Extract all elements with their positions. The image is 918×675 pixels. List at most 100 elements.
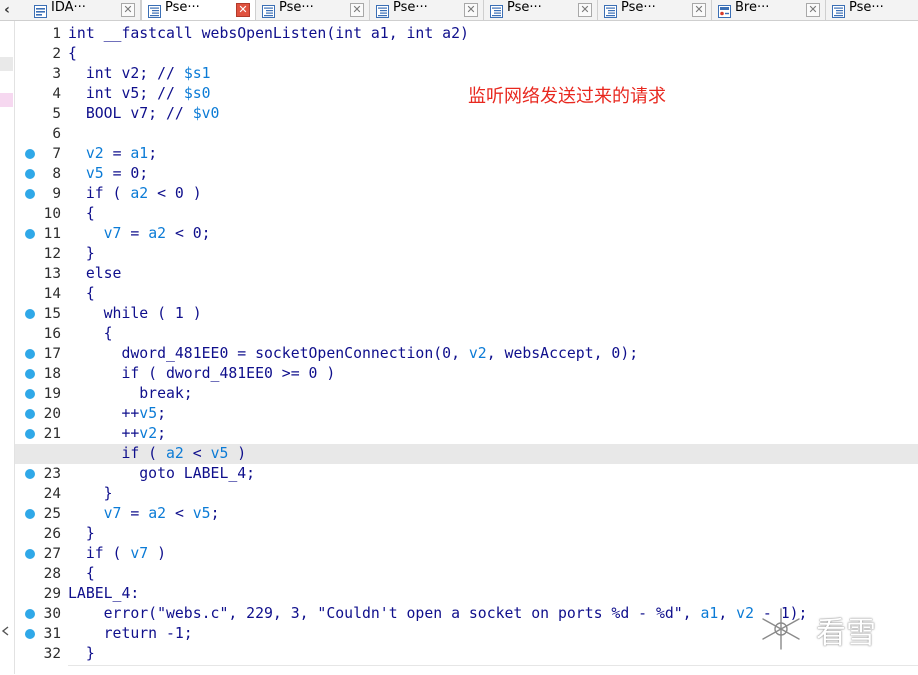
code-line[interactable]: goto LABEL_4; — [68, 464, 918, 484]
code-line[interactable]: if ( dword_481EE0 >= 0 ) — [68, 364, 918, 384]
code-line[interactable]: ++v2; — [68, 424, 918, 444]
gutter-row[interactable]: 31 — [15, 624, 65, 644]
pseudocode-view[interactable]: int __fastcall websOpenListen(int a1, in… — [15, 21, 918, 674]
gutter-row[interactable]: 9 — [15, 184, 65, 204]
close-icon[interactable]: ✕ — [692, 3, 706, 17]
variable-token[interactable]: v2 — [736, 605, 754, 622]
code-line[interactable]: LABEL_4: — [68, 584, 918, 604]
variable-token[interactable]: a1 — [130, 145, 148, 162]
tab-7[interactable]: Bre··· ✕ — [712, 0, 826, 20]
code-line[interactable]: if ( a2 < v5 ) — [15, 444, 918, 464]
code-line[interactable]: v5 = 0; — [68, 164, 918, 184]
code-line[interactable]: v7 = a2 < 0; — [68, 224, 918, 244]
code-line[interactable]: v7 = a2 < v5; — [68, 504, 918, 524]
code-line[interactable]: { — [68, 324, 918, 344]
breakpoint-dot-icon[interactable] — [25, 469, 35, 479]
gutter-row[interactable]: 32 — [15, 644, 65, 664]
breakpoint-dot-icon[interactable] — [25, 629, 35, 639]
variable-token[interactable]: v5 — [193, 505, 211, 522]
close-icon[interactable]: ✕ — [464, 3, 478, 17]
code-line[interactable] — [68, 124, 918, 144]
variable-token[interactable]: v7 — [104, 225, 122, 242]
variable-token[interactable]: a1 — [701, 605, 719, 622]
code-line[interactable]: } — [68, 484, 918, 504]
gutter-row[interactable]: 27 — [15, 544, 65, 564]
gutter-row[interactable]: 13 — [15, 264, 65, 284]
close-icon[interactable]: ✕ — [121, 3, 135, 17]
breakpoint-dot-icon[interactable] — [25, 369, 35, 379]
code-line[interactable]: if ( a2 < 0 ) — [68, 184, 918, 204]
code-line[interactable]: } — [68, 524, 918, 544]
code-line[interactable]: { — [68, 284, 918, 304]
gutter-row[interactable]: 4 — [15, 84, 65, 104]
chevron-left-icon[interactable] — [1, 621, 11, 636]
code-line[interactable]: { — [68, 44, 918, 64]
variable-token[interactable]: v5 — [211, 445, 229, 462]
close-icon[interactable]: ✕ — [806, 3, 820, 17]
breakpoint-dot-icon[interactable] — [25, 609, 35, 619]
tab-scroll-left-icon[interactable]: ‹ — [0, 0, 14, 20]
variable-token[interactable]: a2 — [130, 185, 148, 202]
gutter-row[interactable]: 5 — [15, 104, 65, 124]
gutter-row[interactable]: 20 — [15, 404, 65, 424]
code-line[interactable]: } — [68, 244, 918, 264]
tab-1[interactable]: IDA··· ✕ — [28, 0, 141, 20]
breakpoint-dot-icon[interactable] — [25, 549, 35, 559]
breakpoint-dot-icon[interactable] — [25, 349, 35, 359]
code-line[interactable]: dword_481EE0 = socketOpenConnection(0, v… — [68, 344, 918, 364]
code-line[interactable]: ++v5; — [68, 404, 918, 424]
code-line[interactable]: while ( 1 ) — [68, 304, 918, 324]
gutter-row[interactable]: 8 — [15, 164, 65, 184]
gutter-row[interactable]: 29 — [15, 584, 65, 604]
gutter-row[interactable]: 28 — [15, 564, 65, 584]
gutter-row[interactable]: 17 — [15, 344, 65, 364]
tab-8[interactable]: Pse···✕ — [826, 0, 918, 20]
variable-token[interactable]: a2 — [148, 505, 166, 522]
variable-token[interactable]: v2 — [469, 345, 487, 362]
code-line[interactable]: v2 = a1; — [68, 144, 918, 164]
tab-5[interactable]: Pse··· ✕ — [484, 0, 598, 20]
gutter-row[interactable]: 14 — [15, 284, 65, 304]
code-line[interactable]: break; — [68, 384, 918, 404]
gutter-row[interactable]: 18 — [15, 364, 65, 384]
gutter-row[interactable]: 24 — [15, 484, 65, 504]
gutter-row[interactable]: 15 — [15, 304, 65, 324]
variable-token[interactable]: v7 — [130, 545, 148, 562]
gutter-row[interactable]: 3 — [15, 64, 65, 84]
gutter-row[interactable]: 21 — [15, 424, 65, 444]
gutter-row[interactable]: 30 — [15, 604, 65, 624]
gutter-row[interactable]: 10 — [15, 204, 65, 224]
close-icon[interactable]: ✕ — [578, 3, 592, 17]
gutter-row[interactable]: 25 — [15, 504, 65, 524]
breakpoint-dot-icon[interactable] — [25, 309, 35, 319]
gutter-row[interactable]: 23 — [15, 464, 65, 484]
gutter-row[interactable]: 19 — [15, 384, 65, 404]
gutter-row[interactable]: 12 — [15, 244, 65, 264]
close-icon[interactable]: ✕ — [236, 3, 250, 17]
breakpoint-dot-icon[interactable] — [25, 169, 35, 179]
code-line[interactable]: { — [68, 204, 918, 224]
gutter-row[interactable]: 26 — [15, 524, 65, 544]
tab-3[interactable]: Pse··· ✕ — [256, 0, 370, 20]
code-line[interactable]: int __fastcall websOpenListen(int a1, in… — [68, 24, 918, 44]
code-line[interactable]: int v2; // $s1 — [68, 64, 918, 84]
gutter-row[interactable]: 16 — [15, 324, 65, 344]
code-line[interactable]: if ( v7 ) — [68, 544, 918, 564]
tab-4[interactable]: Pse··· ✕ — [370, 0, 484, 20]
breakpoint-dot-icon[interactable] — [25, 229, 35, 239]
variable-token[interactable]: v2 — [139, 425, 157, 442]
variable-token[interactable]: v2 — [86, 145, 104, 162]
breakpoint-dot-icon[interactable] — [25, 409, 35, 419]
tab-2[interactable]: Pse··· ✕ — [141, 0, 256, 20]
breakpoint-dot-icon[interactable] — [25, 429, 35, 439]
breakpoint-dot-icon[interactable] — [25, 189, 35, 199]
gutter-row[interactable]: 1 — [15, 24, 65, 44]
breakpoint-dot-icon[interactable] — [25, 509, 35, 519]
tab-6[interactable]: Pse··· ✕ — [598, 0, 712, 20]
variable-token[interactable]: v5 — [139, 405, 157, 422]
close-icon[interactable]: ✕ — [350, 3, 364, 17]
breakpoint-dot-icon[interactable] — [25, 149, 35, 159]
variable-token[interactable]: a2 — [166, 445, 184, 462]
code-line[interactable]: else — [68, 264, 918, 284]
variable-token[interactable]: a2 — [148, 225, 166, 242]
